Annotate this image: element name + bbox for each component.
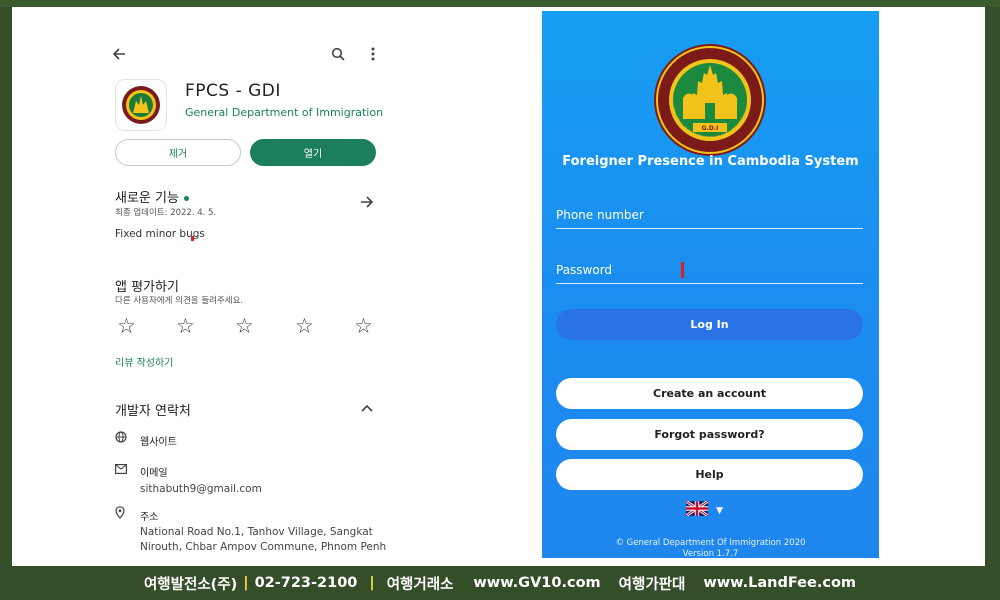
copyright-text: © General Department Of Immigration 2020 <box>615 538 806 548</box>
uk-flag-icon <box>685 499 709 520</box>
ad-footer-bar: 여행발전소(주) | 02-723-2100 | 여행거래소 www.GV10.… <box>0 566 1000 600</box>
globe-icon <box>115 431 127 446</box>
star-2-icon[interactable]: ☆ <box>176 314 195 338</box>
chevron-up-icon[interactable] <box>355 396 379 420</box>
star-3-icon[interactable]: ☆ <box>235 314 254 338</box>
footer-site-2[interactable]: www.LandFee.com <box>703 575 856 591</box>
more-vert-icon[interactable] <box>361 42 385 66</box>
developer-contact-title: 개발자 연락처 <box>115 404 191 419</box>
help-button[interactable]: Help <box>556 459 863 490</box>
rate-app-subtitle: 다른 사용자에게 의견을 들려주세요. <box>115 296 244 306</box>
footer-label-1: 여행거래소 <box>386 576 454 593</box>
copyright-footer: © General Department Of Immigration 2020… <box>542 538 879 558</box>
footer-company: 여행발전소(주) <box>143 576 238 593</box>
star-5-icon[interactable]: ☆ <box>354 314 373 338</box>
open-button[interactable]: 열기 <box>250 139 376 166</box>
app-title: FPCS - GDI <box>185 81 281 101</box>
write-review-link[interactable]: 리뷰 작성하기 <box>115 354 173 369</box>
search-icon[interactable] <box>326 42 350 66</box>
location-pin-icon <box>115 506 125 522</box>
dropdown-caret-icon: ▼ <box>716 505 723 516</box>
uninstall-button[interactable]: 제거 <box>115 139 241 166</box>
rate-app-title: 앱 평가하기 <box>115 280 179 295</box>
footer-label-2: 여행가판대 <box>618 576 686 593</box>
phone-number-underline <box>556 228 863 229</box>
whats-new-label: 새로운 기능 <box>115 191 179 206</box>
login-button[interactable]: Log In <box>556 309 863 340</box>
new-dot-icon <box>183 196 189 201</box>
address-value[interactable]: National Road No.1, Tanhov Village, Sang… <box>140 525 390 555</box>
gdi-seal-logo: G.D.I GENERAL DEPARTMENT OF IMMIGRATION <box>653 43 767 157</box>
top-border <box>0 0 1000 7</box>
footer-phone: 02-723-2100 <box>254 575 358 591</box>
arrow-right-icon[interactable] <box>355 190 379 214</box>
phone-number-field[interactable]: Phone number <box>556 208 644 222</box>
password-field[interactable]: Password <box>556 263 612 277</box>
mail-icon <box>115 463 128 477</box>
svg-text:G.D.I: G.D.I <box>702 125 719 132</box>
website-link[interactable]: 웹사이트 <box>140 433 177 448</box>
last-updated: 최종 업데이트: 2022. 4. 5. <box>115 208 217 218</box>
footer-separator: | <box>369 575 375 591</box>
star-1-icon[interactable]: ☆ <box>117 314 136 338</box>
whats-new-title: 새로운 기능 <box>115 187 189 206</box>
play-store-panel: FPCS - GDI General Department of Immigra… <box>97 9 397 564</box>
address-label: 주소 <box>140 512 159 523</box>
back-arrow-icon[interactable] <box>107 42 131 66</box>
footer-separator: | <box>243 575 249 591</box>
app-title-text: Foreigner Presence in Cambodia System <box>562 154 859 169</box>
annotation-mark <box>191 236 194 241</box>
app-icon <box>115 79 167 131</box>
email-value[interactable]: sithabuth9@gmail.com <box>140 482 390 497</box>
app-developer-link[interactable]: General Department of Immigration <box>185 106 383 119</box>
language-selector[interactable]: ▼ <box>685 499 723 520</box>
app-login-screen: G.D.I GENERAL DEPARTMENT OF IMMIGRATION … <box>542 11 879 558</box>
star-4-icon[interactable]: ☆ <box>295 314 314 338</box>
footer-site-1[interactable]: www.GV10.com <box>473 575 600 591</box>
create-account-button[interactable]: Create an account <box>556 378 863 409</box>
forgot-password-button[interactable]: Forgot password? <box>556 419 863 450</box>
text-cursor <box>681 262 684 278</box>
password-underline <box>556 283 863 284</box>
version-text: Version 1.7.7 <box>682 549 739 558</box>
email-label: 이메일 <box>140 468 168 479</box>
